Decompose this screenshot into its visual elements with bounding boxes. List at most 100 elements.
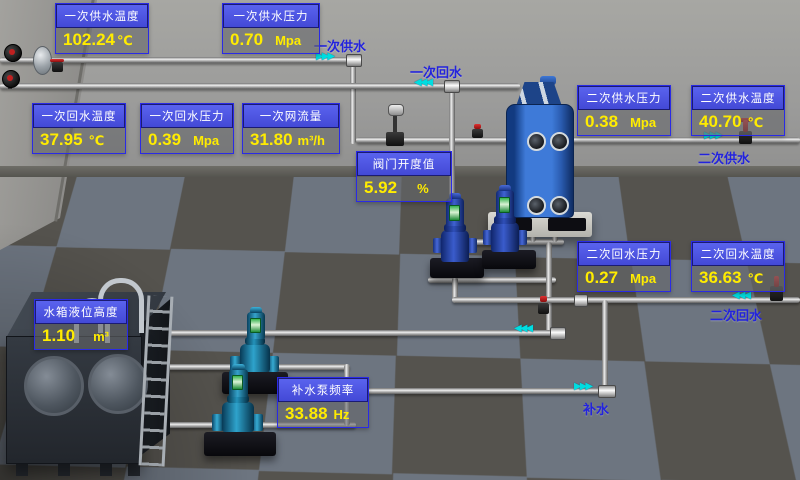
- pipe-label-secondary-supply: 二次供水: [698, 148, 750, 167]
- gauge-value: 5.92: [364, 178, 397, 198]
- pump-cap: [232, 364, 245, 370]
- gauge-secondary-return-temperature: 二次回水温度 36.63 ℃: [691, 241, 785, 292]
- gauge-label: 一次供水压力: [223, 4, 319, 28]
- pipe-tank-return: [146, 330, 560, 336]
- tank-leg: [58, 462, 70, 476]
- gauge-unit: Mpa: [275, 33, 301, 48]
- gauge-unit: ℃: [748, 115, 764, 131]
- gauge-primary-supply-temperature: 一次供水温度 102.24℃: [55, 3, 149, 54]
- drop-valve: [538, 303, 549, 314]
- pump-nameplate: [232, 375, 243, 390]
- tank-flange: [24, 356, 84, 416]
- pipe-flange: [444, 80, 460, 93]
- pipe-primary-return: [0, 83, 520, 89]
- hmi-heating-station-screen: ▶▶▶ ◀◀◀ ▶▶▶ ◀◀◀ ▶▶▶ ◀◀◀ 一次供水 一次回水 二次供水 二…: [0, 0, 800, 480]
- pump-flange: [518, 230, 527, 245]
- pipe-label-primary-supply: 一次供水: [314, 36, 366, 55]
- gauge-unit: m³: [93, 329, 109, 344]
- gauge-unit: %: [417, 181, 429, 196]
- gauge-label: 水箱液位高度: [35, 300, 127, 324]
- gauge-unit: ℃: [748, 271, 764, 287]
- gauge-label: 一次网流量: [243, 104, 339, 128]
- gauge-makeup-pump-frequency: 补水泵频率 33.88 Hz: [277, 377, 369, 428]
- pump-cap: [499, 185, 511, 191]
- gauge-primary-supply-pressure: 一次供水压力 0.70Mpa: [222, 3, 320, 54]
- platform-pad: [548, 218, 586, 231]
- gauge-primary-return-temperature: 一次回水温度 37.95 ℃: [32, 103, 126, 154]
- heat-exchanger-port: [550, 196, 569, 215]
- pipe-primary-supply-drop: [350, 60, 356, 144]
- gauge-value: 0.38: [585, 112, 618, 132]
- gauge-secondary-supply-pressure: 二次供水压力 0.38 Mpa: [577, 85, 671, 136]
- gauge-unit: Mpa: [630, 271, 656, 286]
- gauge-primary-network-flow: 一次网流量 31.80 m³/h: [242, 103, 340, 154]
- gauge-unit: Hz: [334, 407, 350, 422]
- pump-nameplate: [499, 197, 510, 213]
- pipe-flange: [346, 54, 362, 67]
- gauge-label: 补水泵频率: [278, 378, 368, 402]
- gauge-primary-return-pressure: 一次回水压力 0.39 Mpa: [140, 103, 234, 154]
- pipe-valve-branch: [356, 137, 528, 143]
- pipe-label-primary-return: 一次回水: [410, 62, 462, 81]
- valve-handle: [540, 296, 547, 302]
- ball-valve: [52, 62, 63, 72]
- pump-nameplate: [449, 205, 460, 221]
- gauge-label: 二次供水压力: [578, 86, 670, 110]
- gauge-secondary-supply-temperature: 二次供水温度 40.70 ℃: [691, 85, 785, 136]
- gauge-value: 1.10: [42, 326, 75, 346]
- gauge-value: 0.27: [585, 268, 618, 288]
- gauge-label: 一次供水温度: [56, 4, 148, 28]
- flow-arrow-left-icon: ◀◀◀: [514, 324, 531, 334]
- gauge-label: 阀门开度值: [357, 152, 451, 176]
- valve-handle: [474, 124, 481, 129]
- gauge-valve-opening: 阀门开度值 5.92%: [356, 151, 452, 202]
- pump-flange: [468, 238, 477, 253]
- gauge-unit: ℃: [89, 133, 105, 149]
- pipe-flange: [550, 327, 566, 340]
- control-valve: [386, 132, 404, 146]
- heat-exchanger-port: [550, 132, 569, 151]
- gauge-label: 二次供水温度: [692, 86, 784, 110]
- tank-leg: [100, 462, 112, 476]
- circulation-pump-2: [491, 222, 519, 252]
- gauge-unit: Mpa: [193, 133, 219, 148]
- pump-nameplate: [250, 318, 261, 333]
- pipe-flange: [598, 385, 616, 398]
- pipe-return-drop: [546, 242, 552, 334]
- gauge-tank-level: 水箱液位高度 1.10 m³: [34, 299, 128, 350]
- gauge-label: 二次回水温度: [692, 242, 784, 266]
- gauge-value: 37.95: [40, 130, 83, 150]
- pipe-secondary-supply: [560, 137, 800, 143]
- pipe-makeup: [344, 388, 612, 394]
- pump-cap: [250, 307, 262, 313]
- pump-base: [482, 250, 536, 269]
- makeup-pump-2: [222, 402, 254, 432]
- gauge-value: 102.24: [63, 30, 115, 50]
- valve-handle: [50, 59, 64, 62]
- gauge-label: 二次回水压力: [578, 242, 670, 266]
- gauge-value: 40.70: [699, 112, 742, 132]
- gauge-value: 31.80: [250, 130, 293, 150]
- pipe-label-makeup: 补水: [583, 399, 609, 418]
- pump-base: [204, 432, 276, 456]
- gauge-unit: m³/h: [298, 133, 325, 148]
- heat-exchanger-port: [527, 132, 546, 151]
- valve-hub: [9, 49, 15, 55]
- flow-arrow-left-icon: ◀◀◀: [732, 291, 749, 301]
- pipe-flange: [574, 294, 588, 307]
- gauge-value: 0.39: [148, 130, 181, 150]
- control-valve-actuator: [388, 104, 404, 116]
- circulation-pump-1: [441, 230, 469, 262]
- tank-flange: [88, 354, 148, 414]
- gauge-unit: Mpa: [630, 115, 656, 130]
- gauge-unit: ℃: [117, 33, 133, 49]
- pipe-makeup-riser: [602, 300, 608, 392]
- flow-arrow-right-icon: ▶▶▶: [574, 382, 591, 392]
- gauge-label: 一次回水压力: [141, 104, 233, 128]
- pipe-label-secondary-return: 二次回水: [710, 305, 762, 324]
- small-valve: [472, 129, 483, 138]
- gauge-value: 36.63: [699, 268, 742, 288]
- gauge-label: 一次回水温度: [33, 104, 125, 128]
- gauge-secondary-return-pressure: 二次回水压力 0.27 Mpa: [577, 241, 671, 292]
- gauge-value: 33.88: [285, 404, 328, 424]
